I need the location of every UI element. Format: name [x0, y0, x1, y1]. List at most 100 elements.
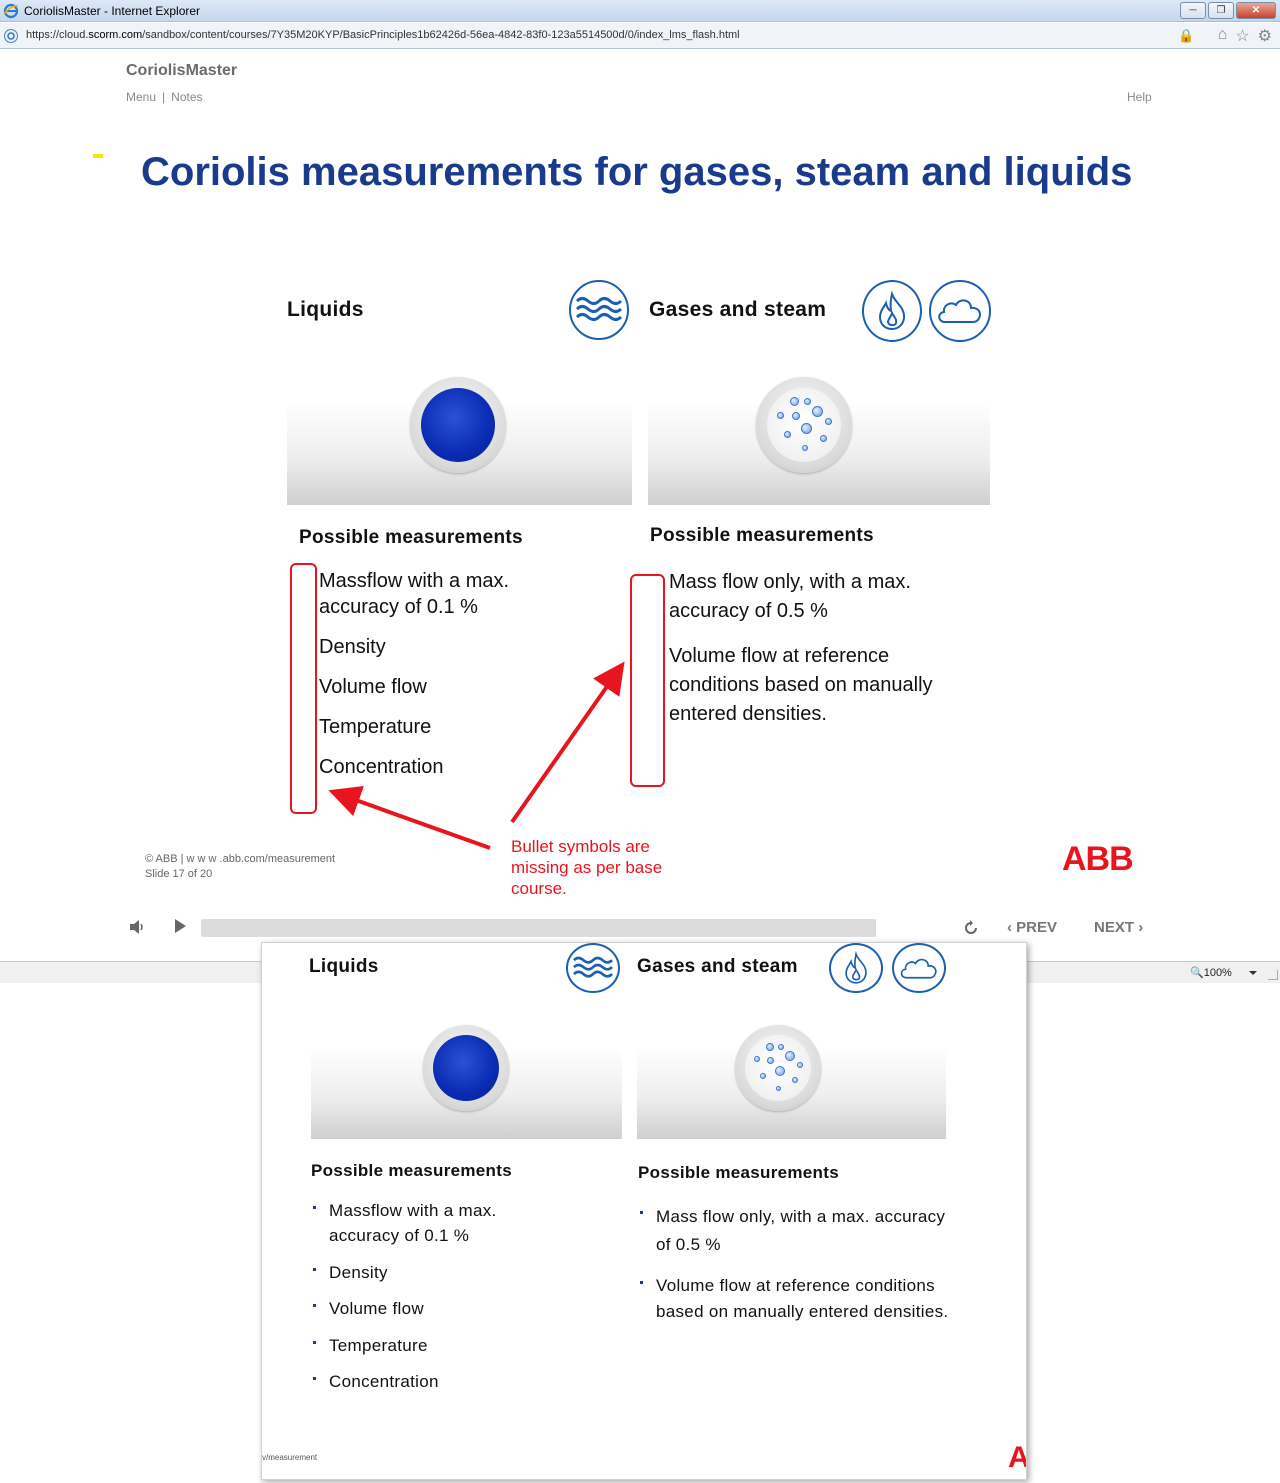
- bubble: [778, 1044, 784, 1050]
- bubble: [802, 445, 808, 451]
- lock-icon[interactable]: 🔒: [1178, 28, 1194, 44]
- star-icon[interactable]: ☆: [1235, 26, 1249, 46]
- base-footer-fragment: v/measurement: [262, 1453, 318, 1462]
- list-item: Volume flow: [319, 676, 427, 698]
- chevron-down-icon[interactable]: [1249, 971, 1257, 975]
- next-label: NEXT: [1094, 919, 1135, 936]
- nav-separator: |: [162, 90, 166, 104]
- course-nav: Menu | Notes: [126, 90, 203, 104]
- copyright-text: © ABB | w w w .abb.com/measurement: [145, 853, 336, 865]
- liquids-heading: Liquids: [287, 298, 364, 321]
- liquids-measurement-list: Massflow with a max. accuracy of 0.1 % D…: [319, 568, 549, 780]
- gear-icon[interactable]: ⚙: [1258, 26, 1272, 46]
- list-item: Temperature: [319, 716, 432, 738]
- url-prefix: https://cloud.: [26, 29, 89, 41]
- bubble: [777, 412, 784, 419]
- bubble: [767, 1057, 774, 1064]
- url-domain: scorm.com: [88, 29, 143, 41]
- list-item: Temperature: [311, 1333, 541, 1358]
- base-gases-measurements-title: Possible measurements: [638, 1163, 839, 1182]
- bubble: [766, 1043, 774, 1051]
- base-liquids-measurement-list: Massflow with a max. accuracy of 0.1 % D…: [311, 1198, 541, 1394]
- base-liquids-measurements-title: Possible measurements: [311, 1161, 512, 1180]
- slide-counter: Slide 17 of 20: [145, 868, 213, 880]
- prev-label: PREV: [1016, 919, 1058, 936]
- base-gases-measurement-list: Mass flow only, with a max. accuracy of …: [638, 1203, 958, 1325]
- course-name: CoriolisMaster: [126, 62, 238, 79]
- bubble: [775, 1066, 785, 1076]
- browser-toolbar-icons: ⌂ ☆ ⚙: [1218, 26, 1272, 46]
- liquids-measurements-title: Possible measurements: [299, 527, 523, 548]
- slide-title: Coriolis measurements for gases, steam a…: [141, 150, 1133, 194]
- notes-link[interactable]: Notes: [171, 90, 202, 104]
- bubble: [812, 406, 823, 417]
- waves-icon: [569, 280, 629, 340]
- url-field[interactable]: https://cloud.scorm.com/sandbox/content/…: [26, 29, 740, 41]
- home-icon[interactable]: ⌂: [1218, 26, 1228, 46]
- list-item: Concentration: [311, 1369, 541, 1394]
- menu-link[interactable]: Menu: [126, 90, 156, 104]
- restore-button[interactable]: ❐: [1208, 2, 1234, 19]
- window-titlebar: CoriolisMaster - Internet Explorer ─ ❐ ✕: [0, 0, 1280, 22]
- zoom-icon: 🔍: [1190, 967, 1204, 979]
- url-path: /sandbox/content/courses/7Y35M20KYP/Basi…: [142, 29, 740, 41]
- base-gases-heading: Gases and steam: [637, 956, 798, 977]
- list-item: Massflow with a max. accuracy of 0.1 %: [319, 570, 510, 618]
- gas-fill: [745, 1035, 811, 1101]
- site-icon: [4, 29, 18, 43]
- base-course-screenshot: Liquids Gases and steam Possible measure…: [261, 942, 1027, 1480]
- replay-icon[interactable]: [962, 919, 980, 937]
- gases-measurement-list: Mass flow only, with a max. accuracy of …: [669, 568, 959, 729]
- bubble: [825, 418, 832, 425]
- liquids-pipe-cross-section: [410, 377, 506, 473]
- cursor-marker: [93, 154, 103, 158]
- next-button[interactable]: NEXT ›: [1094, 919, 1143, 936]
- waves-icon: [566, 943, 620, 993]
- ie-logo-icon: [3, 3, 19, 19]
- bubble: [776, 1086, 781, 1091]
- zoom-control[interactable]: 🔍100%: [1190, 966, 1232, 979]
- list-item: Concentration: [319, 756, 444, 778]
- window-title: CoriolisMaster - Internet Explorer: [24, 4, 201, 18]
- base-liquids-pipe-cross-section: [423, 1025, 509, 1111]
- flame-icon: [829, 943, 883, 993]
- play-icon[interactable]: [175, 919, 186, 933]
- cloud-icon: [892, 943, 946, 993]
- bubble: [792, 1077, 798, 1083]
- prev-button[interactable]: ‹ PREV: [1007, 919, 1057, 936]
- bubble: [801, 423, 812, 434]
- chevron-left-icon: ‹: [1007, 919, 1012, 936]
- missing-bullets-highlight-liquids: [290, 563, 317, 814]
- speaker-icon[interactable]: [128, 918, 146, 936]
- bubble: [784, 431, 791, 438]
- window-controls: ─ ❐ ✕: [1180, 2, 1276, 19]
- gases-heading: Gases and steam: [649, 298, 827, 321]
- list-item: Massflow with a max. accuracy of 0.1 %: [311, 1198, 541, 1248]
- close-button[interactable]: ✕: [1236, 2, 1276, 19]
- gases-pipe-cross-section: [756, 377, 852, 473]
- liquid-fill: [421, 388, 495, 462]
- bubble: [760, 1073, 766, 1079]
- bubble: [785, 1051, 795, 1061]
- cloud-icon: [929, 280, 991, 342]
- base-liquids-heading: Liquids: [309, 956, 379, 977]
- list-item: Volume flow at reference conditions base…: [669, 645, 933, 725]
- slide-footer: © ABB | w w w .abb.com/measurement Slide…: [145, 852, 335, 882]
- liquid-fill: [433, 1035, 499, 1101]
- bubble: [790, 397, 799, 406]
- list-item: Density: [319, 636, 386, 658]
- list-item: Mass flow only, with a max. accuracy of …: [669, 571, 911, 622]
- list-item: Mass flow only, with a max. accuracy of …: [638, 1203, 958, 1259]
- base-abb-logo: A: [1008, 1441, 1026, 1475]
- missing-bullets-highlight-gases: [630, 574, 665, 787]
- gas-fill: [767, 388, 841, 462]
- list-item: Density: [311, 1260, 541, 1285]
- minimize-button[interactable]: ─: [1180, 2, 1206, 19]
- resize-grip[interactable]: [1268, 970, 1278, 980]
- address-bar: https://cloud.scorm.com/sandbox/content/…: [0, 23, 1280, 49]
- progress-bar[interactable]: [201, 919, 876, 937]
- bubble: [820, 435, 827, 442]
- help-link[interactable]: Help: [1127, 90, 1152, 104]
- flame-icon: [862, 280, 922, 342]
- abb-logo: ABB: [1062, 840, 1134, 878]
